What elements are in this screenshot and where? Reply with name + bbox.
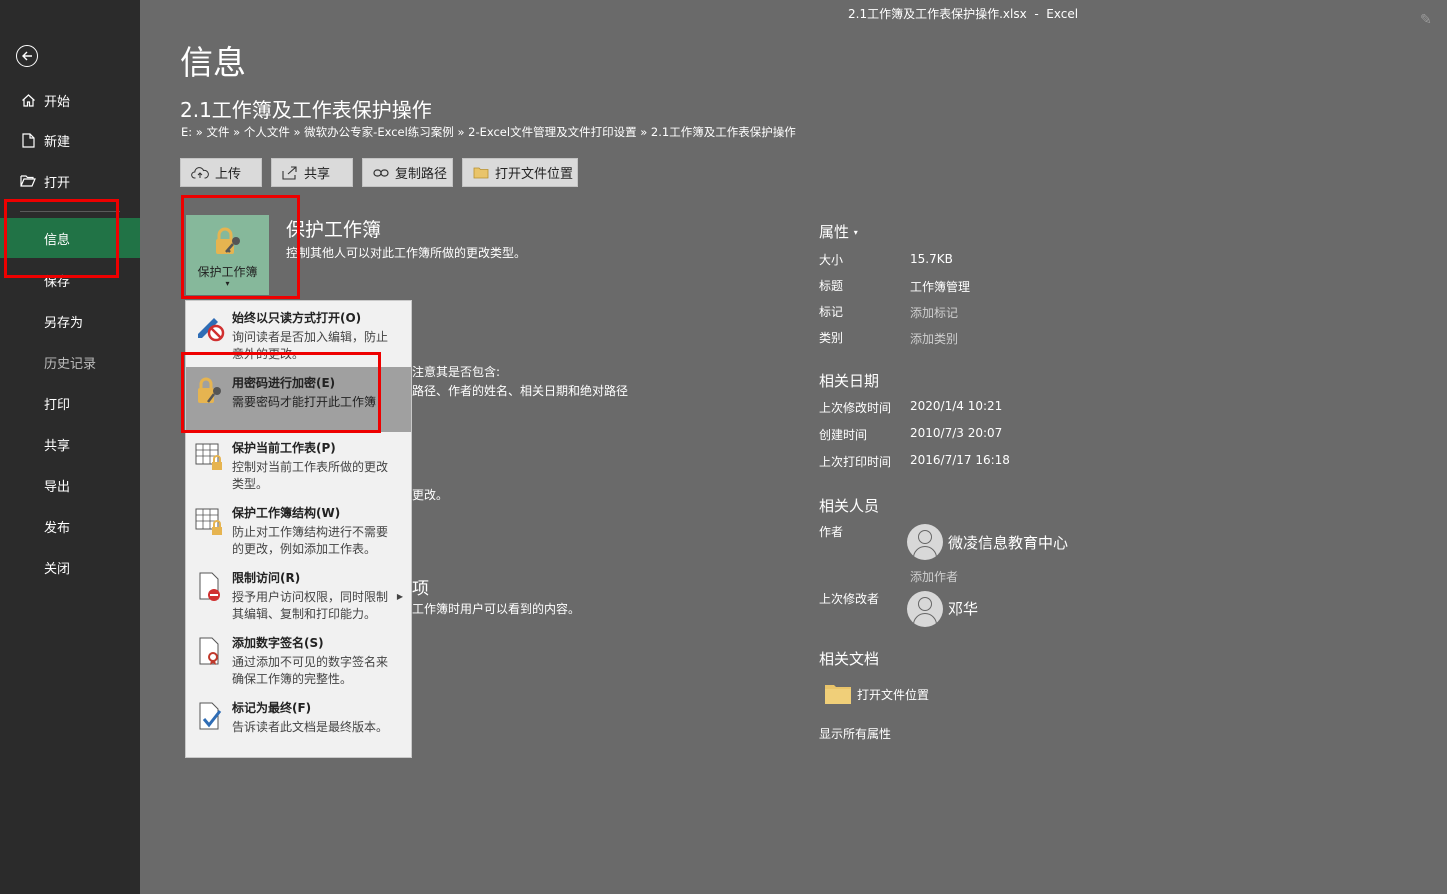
date-label-modified: 上次修改时间 (819, 401, 892, 415)
home-icon (20, 92, 36, 108)
inspect-fragment-1: 注意其是否包含: (412, 365, 501, 379)
related-docs-heading: 相关文档 (819, 650, 880, 668)
share-button[interactable]: 共享 (271, 158, 353, 187)
date-label-printed: 上次打印时间 (819, 455, 892, 469)
property-label-title: 标题 (819, 279, 844, 293)
date-value-printed: 2016/7/17 16:18 (910, 453, 1010, 467)
date-value-modified: 2020/1/4 10:21 (910, 399, 1003, 413)
document-restrict-icon (194, 570, 226, 602)
property-value-category[interactable]: 添加类别 (910, 330, 958, 347)
sidebar-item-home[interactable]: 开始 (0, 80, 140, 120)
sidebar-item-print[interactable]: 打印 (0, 383, 140, 423)
new-document-icon (20, 132, 36, 148)
menu-item-protect-sheet[interactable]: 保护当前工作表(P) 控制对当前工作表所做的更改类型。 (186, 432, 411, 497)
property-label-size: 大小 (819, 253, 844, 267)
related-people-heading: 相关人员 (819, 497, 880, 515)
sidebar-item-save-as[interactable]: 另存为 (0, 301, 140, 341)
document-title: 2.1工作簿及工作表保护操作 (180, 98, 432, 122)
folder-icon (473, 166, 489, 179)
document-check-icon (194, 700, 226, 732)
sidebar-item-open[interactable]: 打开 (0, 161, 140, 201)
back-arrow-icon (22, 51, 32, 61)
sidebar-item-share[interactable]: 共享 (0, 424, 140, 464)
pencil-no-icon (194, 310, 226, 342)
menu-item-digital-signature[interactable]: 添加数字签名(S) 通过添加不可见的数字签名来确保工作簿的完整性。 (186, 627, 411, 692)
caret-down-icon: ▾ (853, 228, 858, 237)
manage-fragment: 更改。 (412, 488, 449, 502)
avatar (907, 524, 943, 560)
open-file-location-button[interactable]: 打开文件位置 (462, 158, 578, 187)
last-modified-by-label: 上次修改者 (819, 592, 880, 606)
browser-desc-fragment: 工作簿时用户可以看到的内容。 (412, 602, 581, 616)
menu-item-protect-structure[interactable]: 保护工作簿结构(W) 防止对工作簿结构进行不需要的更改，例如添加工作表。 (186, 497, 411, 562)
add-author-link[interactable]: 添加作者 (910, 568, 958, 585)
avatar (907, 591, 943, 627)
folder-icon (824, 683, 852, 705)
link-icon (373, 168, 389, 178)
page-title: 信息 (180, 43, 246, 82)
property-value-size: 15.7KB (910, 252, 953, 266)
window-title: 2.1工作簿及工作表保护操作.xlsx - Excel (848, 7, 1079, 21)
property-value-title[interactable]: 工作簿管理 (910, 278, 970, 295)
protect-description: 控制其他人可以对此工作簿所做的更改类型。 (286, 246, 527, 260)
share-icon (282, 165, 298, 180)
browser-heading-fragment: 项 (412, 579, 429, 599)
date-value-created: 2010/7/3 20:07 (910, 426, 1003, 440)
properties-heading[interactable]: 属性 ▾ (819, 221, 858, 242)
property-label-tags: 标记 (819, 305, 844, 319)
property-value-tags[interactable]: 添加标记 (910, 304, 958, 321)
related-dates-heading: 相关日期 (819, 372, 880, 390)
date-label-created: 创建时间 (819, 428, 868, 442)
annotation-box-info (4, 199, 119, 278)
menu-item-mark-as-final[interactable]: 标记为最终(F) 告诉读者此文档是最终版本。 (186, 692, 411, 757)
chevron-right-icon: ▶ (396, 592, 403, 601)
sidebar-item-publish[interactable]: 发布 (0, 506, 140, 546)
sidebar-item-new[interactable]: 新建 (0, 120, 140, 160)
protect-heading: 保护工作簿 (286, 219, 382, 241)
breadcrumb[interactable]: E: » 文件 » 个人文件 » 微软办公专家-Excel练习案例 » 2-Ex… (181, 124, 796, 140)
cloud-upload-icon (191, 166, 209, 179)
property-label-category: 类别 (819, 331, 844, 345)
inspect-fragment-2: 路径、作者的姓名、相关日期和绝对路径 (412, 384, 629, 398)
upload-button[interactable]: 上传 (180, 158, 262, 187)
sidebar-item-close[interactable]: 关闭 (0, 547, 140, 587)
last-modified-by-name[interactable]: 邓华 (948, 598, 978, 619)
open-file-location-link[interactable]: 打开文件位置 (857, 686, 929, 703)
certificate-ribbon-icon (194, 635, 226, 667)
pen-icon: ✎ (1420, 12, 1432, 28)
backstage-sidebar: 开始 新建 打开 信息 保存 另存为 历史记录 打印 共享 导出 发布 关闭 (0, 0, 140, 894)
sheet-lock-icon (194, 440, 226, 472)
sidebar-item-history[interactable]: 历史记录 (0, 342, 140, 382)
author-name[interactable]: 微凌信息教育中心 (948, 532, 1068, 553)
annotation-box-protect (181, 195, 300, 299)
workbook-lock-icon (194, 505, 226, 537)
show-all-properties-link[interactable]: 显示所有属性 (819, 725, 891, 742)
author-label: 作者 (819, 525, 844, 539)
sidebar-item-export[interactable]: 导出 (0, 465, 140, 505)
copy-path-button[interactable]: 复制路径 (362, 158, 453, 187)
annotation-box-encrypt (181, 352, 381, 433)
back-button[interactable] (16, 45, 38, 67)
menu-item-restrict-access[interactable]: 限制访问(R) 授予用户访问权限，同时限制其编辑、复制和打印能力。 ▶ (186, 562, 411, 627)
open-folder-icon (20, 173, 36, 189)
